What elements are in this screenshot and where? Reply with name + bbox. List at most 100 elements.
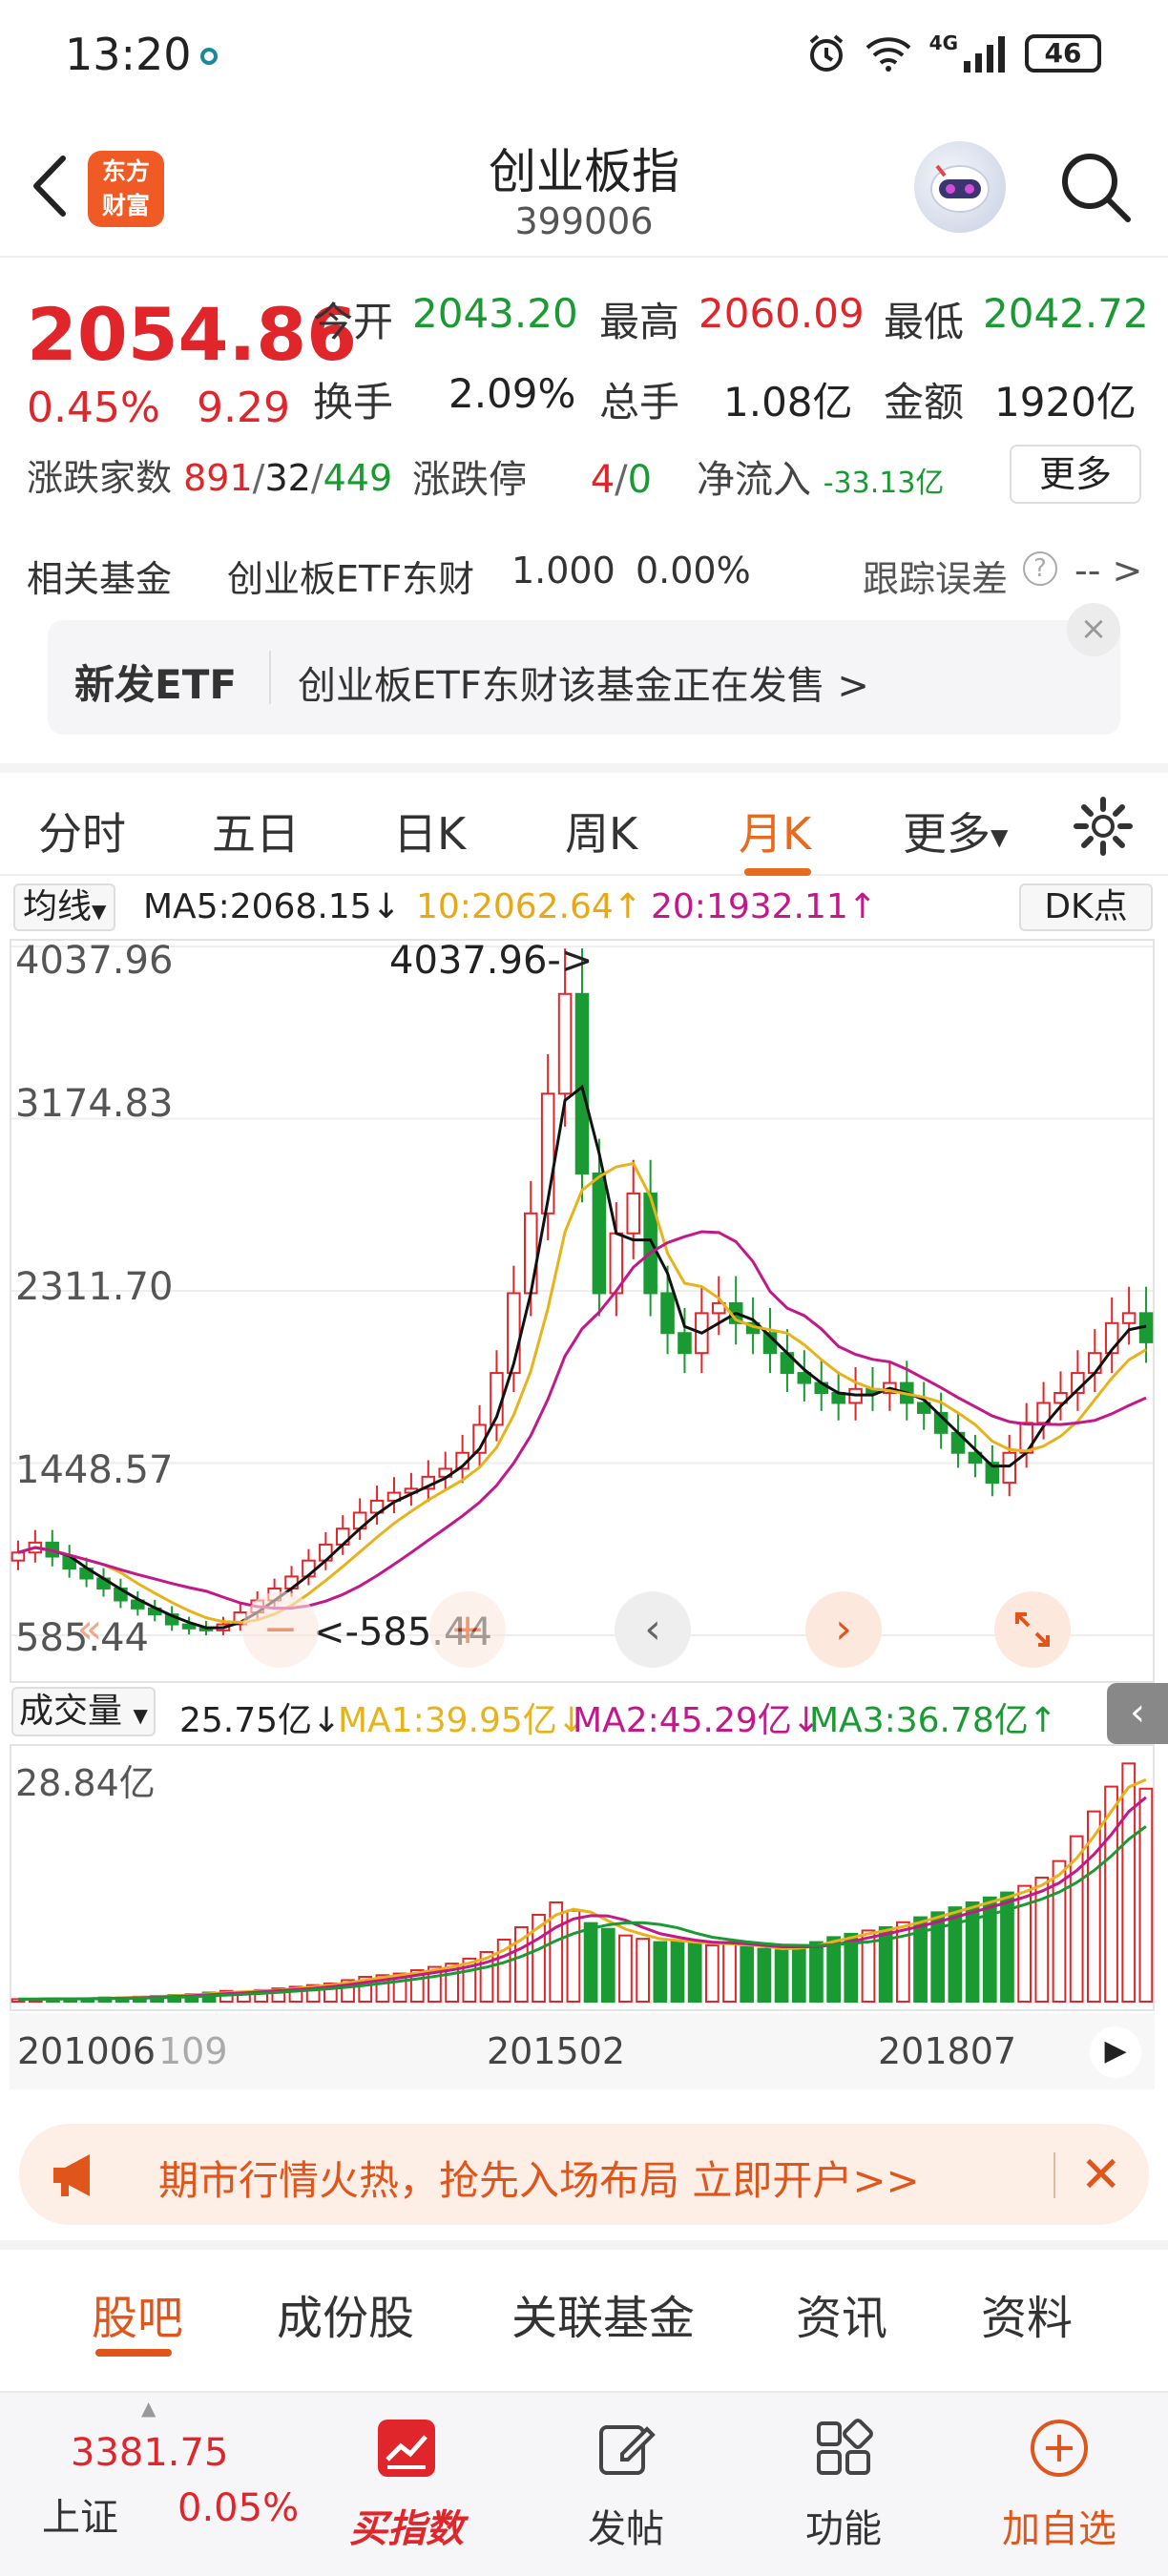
ma10-value: 10:2062.64↑ [416,887,642,926]
related-fund-pct: 0.00% [636,550,751,592]
ma20-value: 20:1932.11↑ [651,887,877,926]
ma-line-ma10 [17,1161,1147,1625]
tab-weekly-k[interactable]: 周K [565,800,637,862]
date-axis: 201006 109 201502 201807 ▶ [10,2013,1155,2089]
search-icon[interactable] [1055,147,1136,227]
related-fund-row[interactable]: 相关基金 创业板ETF东财 1.000 0.00% 跟踪误差 ? -- > [0,534,1168,611]
etf-banner-close-button[interactable]: × [1067,603,1120,656]
candle [1088,1352,1102,1375]
index-ticker[interactable]: ▲ 3381.75 上证 0.05% [0,2393,315,2576]
bottom-nav: ▲ 3381.75 上证 0.05% 买指数 发帖 功能 加自选 [0,2391,1168,2576]
nav-add-watchlist[interactable]: 加自选 [964,2393,1155,2576]
tab-forum[interactable]: 股吧 [92,2280,183,2347]
volume-bar [757,1947,772,2003]
candle [574,992,590,1174]
turnover-rate-label: 换手 [313,379,394,426]
promo-close-button[interactable]: ✕ [1080,2147,1122,2204]
more-button[interactable]: 更多 [1010,445,1141,504]
candle [626,1192,641,1235]
volume-select[interactable]: 成交量 ▼ [11,1687,156,1736]
nav-buy-index[interactable]: 买指数 [311,2393,502,2576]
tab-intraday[interactable]: 分时 [38,800,126,862]
tab-profile[interactable]: 资料 [981,2280,1073,2347]
turnover-rate-value: 2.09% [448,370,576,417]
next-button[interactable]: › [805,1591,882,1668]
tab-more[interactable]: 更多▼ [903,800,1008,862]
tab-underline [95,2349,172,2357]
date-label: 201807 [878,2030,1017,2072]
tab-monthly-k[interactable]: 月K [739,800,811,862]
play-icon[interactable]: ▶ [1090,2026,1141,2078]
volume-chart[interactable]: 28.84亿 [10,1744,1155,2011]
nav-functions[interactable]: 功能 [748,2393,939,2576]
change-value: 9.29 [197,384,290,432]
date-label: 201502 [487,2030,626,2072]
net-inflow-row: 净流入 -33.13亿 [697,448,944,504]
fullscreen-button[interactable] [994,1591,1071,1668]
current-price: 2054.86 [27,292,358,377]
zoom-out-button[interactable]: − [242,1591,319,1668]
etf-banner-text: 创业板ETF东财该基金正在发售 > [298,664,869,708]
y-tick-label: 4037.96 [15,939,174,983]
y-tick-label: 1448.57 [15,1448,174,1492]
grid-icon [817,2419,873,2475]
volume-bar [722,1941,737,2003]
volume-frame [10,1744,1155,2011]
volume-current: 25.75亿↓ [179,1701,342,1740]
gear-icon[interactable] [1073,796,1134,857]
date-label: 201006 [17,2030,156,2072]
ma-select[interactable]: 均线▼ [13,883,116,931]
tab-constituents[interactable]: 成份股 [277,2280,414,2347]
nav-post[interactable]: 发帖 [531,2393,721,2576]
tab-daily-k[interactable]: 日K [393,800,466,862]
app-notification-icon [200,48,218,65]
volume-bar [670,1939,685,2003]
tab-news[interactable]: 资讯 [796,2280,887,2347]
alarm-icon [809,34,843,72]
y-tick-label: 2311.70 [15,1265,174,1309]
ai-assistant-avatar[interactable] [914,141,1006,233]
volume-bar [600,1927,615,2003]
battery-icon: 46 [1025,34,1101,73]
volume-value: 1.08亿 [723,379,853,426]
dk-point-button[interactable]: DK点 [1019,883,1153,931]
tracking-error-label: 跟踪误差 [863,558,1009,600]
candle [660,1292,675,1335]
limit-down: 0 [627,458,653,502]
volume-ma3: MA3:36.78亿↑ [809,1701,1057,1740]
etf-tag: 新发ETF [74,661,238,708]
promo-banner[interactable]: 期市行情火热，抢先入场布局 立即开户>> ✕ [19,2124,1149,2225]
candle [524,1212,538,1295]
open-label: 今开 [313,299,394,345]
zoom-in-button[interactable]: + [429,1591,506,1668]
prev-button[interactable]: ‹ [615,1591,691,1668]
limit-label: 涨跌停 [412,458,527,502]
high-label: 最高 [599,299,680,345]
low-value: 2042.72 [983,290,1149,337]
y-tick-label: 3174.83 [15,1082,174,1126]
amount-value: 1920亿 [994,379,1137,426]
collapse-panel-button[interactable]: ‹ [1107,1683,1168,1744]
related-fund-name: 创业板ETF东财 [227,558,475,600]
plus-circle-icon [1031,2420,1088,2477]
tab-five-day[interactable]: 五日 [212,800,300,862]
expand-icon [1015,1612,1050,1647]
etf-banner[interactable]: 新发ETF 创业板ETF东财该基金正在发售 > × [48,603,1120,735]
rewind-button[interactable]: « [52,1591,128,1668]
wifi-icon [866,37,911,72]
volume-max-label: 28.84亿 [15,1762,156,1804]
volume-indicator-row: 成交量 ▼ 25.75亿↓ MA1:39.95亿↓ MA2:45.29亿↓ MA… [0,1683,1168,1744]
nav-functions-label: 功能 [805,2507,882,2551]
date-label: 109 [158,2030,228,2072]
high-value: 2060.09 [699,290,865,337]
status-icons: 4G 46 [805,31,1101,74]
tab-related-funds[interactable]: 关联基金 [511,2280,695,2347]
help-icon[interactable]: ? [1023,551,1057,586]
volume-select-label: 成交量 [19,1692,123,1731]
breadth-label: 涨跌家数 [27,457,173,499]
ma-select-label: 均线 [23,887,93,926]
breadth-down: 449 [323,457,393,499]
ma5-value: MA5:2068.15↓ [143,887,401,926]
tab-more-label: 更多 [903,808,991,860]
kline-chart[interactable]: 4037.96 3174.83 2311.70 1448.57 585.44 4… [10,939,1155,1683]
